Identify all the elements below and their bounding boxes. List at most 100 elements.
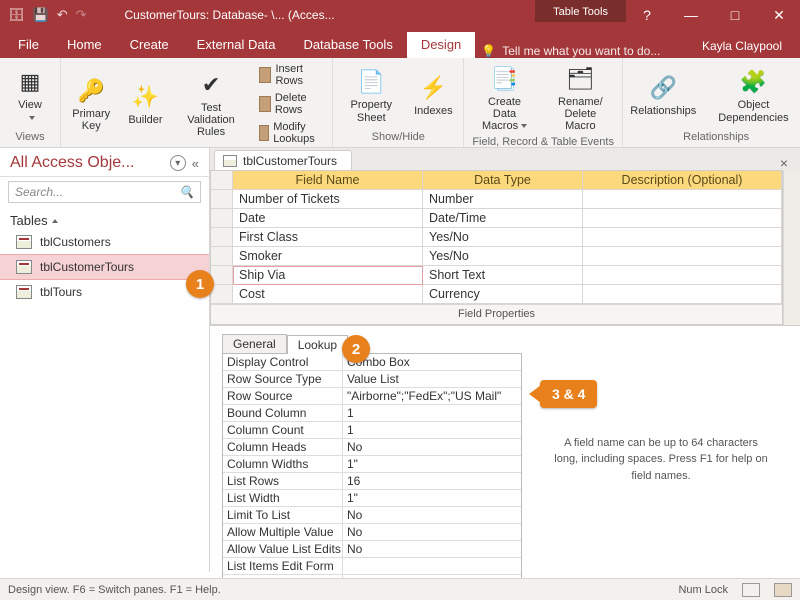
save-icon[interactable]: 💾: [33, 7, 49, 23]
cell-description[interactable]: [583, 247, 782, 266]
object-dependencies-button[interactable]: 🧩Object Dependencies: [706, 65, 800, 125]
property-value[interactable]: "Airborne";"FedEx";"US Mail": [343, 388, 521, 405]
cell-data-type[interactable]: Currency: [423, 285, 583, 304]
nav-item[interactable]: tblCustomerTours: [0, 254, 209, 280]
cell-description[interactable]: [583, 266, 782, 285]
cell-data-type[interactable]: Number: [423, 190, 583, 209]
property-row[interactable]: Row Source TypeValue List: [223, 371, 521, 388]
grid-row[interactable]: Ship ViaShort Text: [211, 266, 782, 285]
property-row[interactable]: Column Widths1": [223, 456, 521, 473]
property-row[interactable]: Display ControlCombo Box: [223, 354, 521, 371]
tab-database-tools[interactable]: Database Tools: [289, 32, 406, 58]
property-row[interactable]: Column Count1: [223, 422, 521, 439]
app-menu-icon[interactable]: 🗄: [8, 7, 25, 23]
cell-field-name[interactable]: Ship Via: [233, 266, 423, 285]
property-row[interactable]: List Rows16: [223, 473, 521, 490]
nav-section-tables[interactable]: Tables: [0, 207, 209, 230]
property-row[interactable]: Allow Value List EditsNo: [223, 541, 521, 558]
grid-row[interactable]: DateDate/Time: [211, 209, 782, 228]
grid-row[interactable]: CostCurrency: [211, 285, 782, 304]
cell-data-type[interactable]: Yes/No: [423, 228, 583, 247]
property-value[interactable]: Value List: [343, 371, 521, 388]
cell-field-name[interactable]: Cost: [233, 285, 423, 304]
cell-field-name[interactable]: First Class: [233, 228, 423, 247]
tab-file[interactable]: File: [4, 32, 53, 58]
property-row[interactable]: Column HeadsNo: [223, 439, 521, 456]
row-selector[interactable]: [211, 209, 233, 228]
property-row[interactable]: Bound Column1: [223, 405, 521, 422]
row-selector[interactable]: [211, 285, 233, 304]
cell-description[interactable]: [583, 209, 782, 228]
nav-item[interactable]: tblTours: [0, 280, 209, 304]
nav-collapse-button[interactable]: «: [192, 156, 199, 171]
tab-create[interactable]: Create: [116, 32, 183, 58]
property-row[interactable]: Row Source"Airborne";"FedEx";"US Mail": [223, 388, 521, 405]
row-selector[interactable]: [211, 228, 233, 247]
document-close-button[interactable]: ×: [772, 155, 796, 171]
nav-item[interactable]: tblCustomers: [0, 230, 209, 254]
row-selector[interactable]: [211, 247, 233, 266]
tab-home[interactable]: Home: [53, 32, 116, 58]
rename-delete-macro-button[interactable]: 🗂Rename/ Delete Macro: [547, 62, 614, 134]
property-row[interactable]: Allow Multiple ValueNo: [223, 524, 521, 541]
nav-title[interactable]: All Access Obje...: [10, 154, 164, 172]
property-value[interactable]: No: [343, 541, 521, 558]
property-value[interactable]: 16: [343, 473, 521, 490]
tab-general[interactable]: General: [222, 334, 287, 353]
property-value[interactable]: 1: [343, 405, 521, 422]
row-selector[interactable]: [211, 190, 233, 209]
test-validation-button[interactable]: ✔Test Validation Rules: [177, 68, 244, 140]
property-sheet-button[interactable]: 📄Property Sheet: [341, 65, 401, 125]
datasheet-view-icon[interactable]: [742, 583, 760, 597]
modify-lookups-button[interactable]: Modify Lookups: [255, 120, 325, 146]
view-button[interactable]: ▦ View: [8, 65, 52, 125]
cell-description[interactable]: [583, 228, 782, 247]
col-data-type[interactable]: Data Type: [423, 171, 583, 190]
cell-field-name[interactable]: Date: [233, 209, 423, 228]
undo-icon[interactable]: ↶: [57, 7, 68, 23]
grid-row[interactable]: SmokerYes/No: [211, 247, 782, 266]
nav-search[interactable]: Search... 🔍: [8, 181, 201, 203]
grid-row[interactable]: Number of TicketsNumber: [211, 190, 782, 209]
col-field-name[interactable]: Field Name: [233, 171, 423, 190]
nav-options-icon[interactable]: ▾: [170, 155, 186, 171]
signed-in-user[interactable]: Kayla Claypool: [688, 34, 796, 58]
design-view-icon[interactable]: [774, 583, 792, 597]
tab-design[interactable]: Design: [407, 32, 475, 58]
indexes-button[interactable]: ⚡Indexes: [411, 71, 455, 119]
property-value[interactable]: 1": [343, 456, 521, 473]
primary-key-button[interactable]: 🔑Primary Key: [69, 74, 113, 134]
cell-description[interactable]: [583, 285, 782, 304]
tab-external-data[interactable]: External Data: [183, 32, 290, 58]
create-data-macros-button[interactable]: 📑Create Data Macros: [472, 62, 536, 134]
delete-rows-button[interactable]: Delete Rows: [255, 91, 325, 117]
maximize-button[interactable]: □: [714, 0, 756, 30]
grid-row[interactable]: First ClassYes/No: [211, 228, 782, 247]
property-value[interactable]: [343, 558, 521, 575]
property-value[interactable]: Combo Box: [343, 354, 521, 371]
property-row[interactable]: List Items Edit Form: [223, 558, 521, 575]
property-row[interactable]: List Width1": [223, 490, 521, 507]
property-row[interactable]: Limit To ListNo: [223, 507, 521, 524]
property-value[interactable]: No: [343, 507, 521, 524]
property-value[interactable]: No: [343, 524, 521, 541]
relationships-button[interactable]: 🔗Relationships: [631, 71, 696, 119]
property-value[interactable]: 1": [343, 490, 521, 507]
help-button[interactable]: ?: [626, 0, 668, 30]
tab-lookup[interactable]: Lookup: [287, 335, 348, 354]
cell-data-type[interactable]: Date/Time: [423, 209, 583, 228]
cell-field-name[interactable]: Number of Tickets: [233, 190, 423, 209]
redo-icon[interactable]: ↷: [76, 7, 87, 23]
close-button[interactable]: ✕: [758, 0, 800, 30]
cell-description[interactable]: [583, 190, 782, 209]
document-tab[interactable]: tblCustomerTours: [214, 150, 352, 171]
property-value[interactable]: No: [343, 439, 521, 456]
row-selector[interactable]: [211, 266, 233, 285]
builder-button[interactable]: ✨Builder: [123, 80, 167, 128]
col-description[interactable]: Description (Optional): [583, 171, 782, 190]
cell-data-type[interactable]: Yes/No: [423, 247, 583, 266]
vertical-scrollbar[interactable]: [783, 171, 800, 325]
tell-me[interactable]: 💡 Tell me what you want to do...: [481, 44, 660, 58]
select-all-cell[interactable]: [211, 171, 233, 190]
property-value[interactable]: 1: [343, 422, 521, 439]
